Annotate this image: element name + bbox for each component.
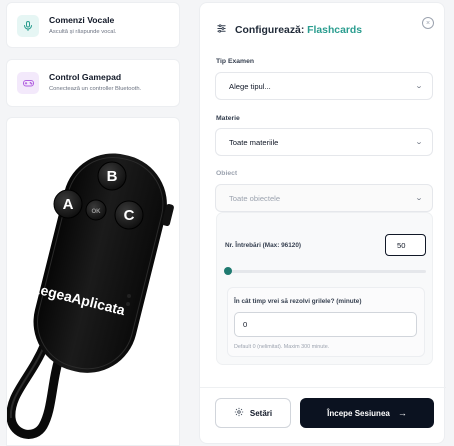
arrow-right-icon: → [397, 408, 407, 418]
gear-icon [234, 407, 244, 419]
subject-label: Materie [216, 115, 240, 122]
panel-title: Configurează: Flashcards [235, 25, 362, 36]
questions-settings-box: Nr. Întrebări (Max: 96120) În cât timp v… [216, 212, 433, 365]
chevron-down-icon: ⌄ [414, 195, 424, 202]
panel-header: Configurează: Flashcards [216, 21, 362, 39]
settings-button-label: Setări [249, 408, 273, 418]
time-limit-label: În cât timp vrei să rezolvi grilele? (mi… [234, 298, 362, 305]
gamepad-control-title: Control Gamepad [49, 72, 122, 82]
button-b-label: B [107, 168, 118, 185]
gamepad-control-subtitle: Conectează un controller Bluetooth. [49, 86, 142, 92]
exam-type-value: Alege tipul... [229, 81, 271, 91]
panel-title-prefix: Configurează: [235, 24, 305, 36]
time-limit-help: Default 0 (nelimitat). Maxim 300 minute. [234, 344, 330, 350]
object-label: Obiect [216, 170, 238, 177]
questions-count-input[interactable] [385, 234, 426, 256]
footer-divider [200, 387, 446, 388]
button-ok-label: OK [92, 209, 102, 215]
chevron-down-icon: ⌄ [414, 83, 424, 90]
voice-commands-card[interactable]: Comenzi Vocale Ascultă și răspunde vocal… [6, 2, 180, 48]
exam-type-label: Tip Examen [216, 58, 255, 65]
bluetooth-remote-illustration: B A C OK LegeaAplicata [7, 153, 174, 439]
start-session-button[interactable]: Începe Sesiunea → [300, 398, 434, 428]
questions-slider-thumb[interactable] [224, 267, 233, 275]
chevron-down-icon: ⌄ [414, 139, 424, 146]
close-icon[interactable]: × [422, 17, 434, 29]
button-c-label: C [124, 207, 135, 224]
microphone-icon [17, 15, 39, 37]
gamepad-control-card[interactable]: Control Gamepad Conectează un controller… [6, 59, 180, 107]
subject-value: Toate materiile [229, 137, 279, 147]
settings-button[interactable]: Setări [215, 398, 291, 428]
object-value: Toate obiectele [229, 193, 281, 203]
object-select: Toate obiectele ⌄ [215, 184, 433, 212]
voice-commands-subtitle: Ascultă și răspunde vocal. [49, 29, 117, 35]
questions-count-label: Nr. Întrebări (Max: 96120) [225, 242, 302, 249]
questions-slider-track[interactable] [227, 270, 426, 273]
voice-commands-title: Comenzi Vocale [49, 15, 115, 25]
start-session-label: Începe Sesiunea [327, 408, 390, 418]
gamepad-icon [17, 72, 39, 94]
configuration-panel: Configurează: Flashcards × Tip Examen Al… [199, 2, 446, 444]
remote-control-image: B A C OK LegeaAplicata [6, 117, 180, 446]
button-a-label: A [63, 196, 74, 213]
time-limit-input[interactable] [234, 312, 417, 337]
panel-title-mode: Flashcards [307, 24, 363, 36]
sliders-icon [216, 21, 227, 39]
subject-select[interactable]: Toate materiile ⌄ [215, 128, 433, 156]
exam-type-select[interactable]: Alege tipul... ⌄ [215, 72, 433, 100]
time-limit-box: În cât timp vrei să rezolvi grilele? (mi… [227, 287, 425, 357]
